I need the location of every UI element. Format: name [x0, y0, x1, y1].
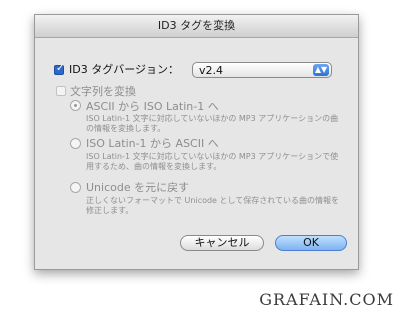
option-latin1-to-ascii-description: ISO Latin-1 文字に対応していないほかの MP3 アプリケーションで使…	[86, 152, 339, 171]
dialog-title: ID3 タグを変換	[35, 15, 358, 38]
convert-strings-label: 文字列を変換	[70, 85, 136, 98]
checkmark-icon: ✓	[56, 63, 65, 74]
id3-version-value: v2.4	[199, 64, 224, 77]
radio-latin1-to-ascii[interactable]	[70, 138, 81, 149]
cancel-button[interactable]: キャンセル	[180, 235, 264, 251]
option-revert-unicode-label: Unicode を元に戻す	[86, 181, 190, 194]
radio-ascii-to-latin1[interactable]	[70, 100, 81, 111]
radio-revert-unicode[interactable]	[70, 182, 81, 193]
option-ascii-to-latin1-label: ASCII から ISO Latin-1 へ	[86, 100, 219, 113]
id3-version-checkbox[interactable]: ✓	[54, 63, 65, 75]
popup-arrows-icon: ▲▼	[313, 64, 329, 76]
option-ascii-to-latin1-description: ISO Latin-1 文字に対応していないほかの MP3 アプリケーションの曲…	[86, 114, 339, 133]
watermark: GRAFAIN.COM	[259, 290, 394, 309]
id3-convert-dialog: ID3 タグを変換 ✓ ID3 タグバージョン： v2.4 ▲▼ 文字列を変換 …	[34, 14, 359, 270]
id3-version-select[interactable]: v2.4 ▲▼	[192, 62, 332, 78]
option-latin1-to-ascii-label: ISO Latin-1 から ASCII へ	[86, 137, 219, 150]
radio-selected-dot-icon	[74, 104, 77, 107]
id3-version-label: ID3 タグバージョン：	[69, 63, 179, 76]
option-revert-unicode-description: 正しくないフォーマットで Unicode として保存されている曲の情報を修正しま…	[86, 196, 340, 215]
convert-strings-checkbox[interactable]	[56, 86, 66, 96]
ok-button[interactable]: OK	[275, 235, 347, 251]
